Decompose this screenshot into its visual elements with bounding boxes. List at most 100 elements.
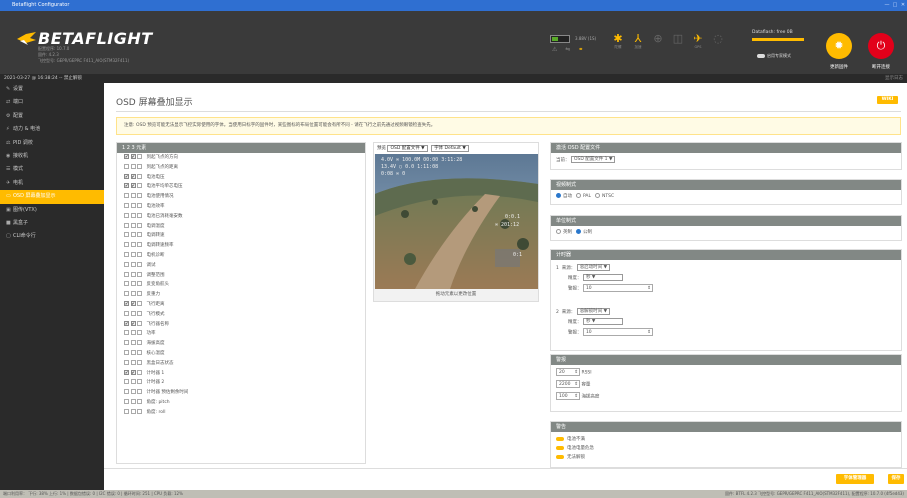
sidebar-item-osd[interactable]: ▭ OSD 屏幕叠加显示 [0,190,104,204]
radio-icon[interactable] [576,193,581,198]
profile-1-checkbox[interactable] [124,291,129,297]
profile-3-checkbox[interactable] [137,163,142,169]
profile-2-checkbox[interactable]: ✔ [130,154,136,159]
profile-1-checkbox[interactable] [124,261,129,267]
profile-2-checkbox[interactable] [130,398,136,404]
osd-preview-video[interactable]: 4.0V ∞ 100.0M 00:00 3:11:28 13.4V ○ 0.0 … [375,154,538,289]
radio-icon[interactable] [556,229,561,234]
profile-1-checkbox[interactable]: ✔ [124,173,129,179]
osd-right-1[interactable]: 0:0.1 [505,214,520,220]
profile-1-checkbox[interactable] [124,193,129,199]
profile-2-checkbox[interactable] [130,251,136,257]
warning-toggle[interactable] [556,454,564,459]
maximize-icon[interactable]: □ [891,1,899,9]
profile-3-checkbox[interactable] [137,320,142,326]
video-option[interactable]: PAL [576,193,591,199]
profile-2-checkbox[interactable]: ✔ [130,300,136,306]
profile-3-checkbox[interactable] [137,173,142,179]
video-option[interactable]: NTSC [595,193,614,199]
alarm-input[interactable]: 2200 ⇕ [556,380,580,388]
radio-icon[interactable] [556,193,561,198]
toggle-icon[interactable] [757,54,765,58]
profile-2-checkbox[interactable] [130,271,136,277]
profile-2-checkbox[interactable]: ✔ [130,369,136,375]
alarm-input[interactable]: 20 ⇕ [556,368,580,376]
profile-2-checkbox[interactable] [130,261,136,267]
profile-3-checkbox[interactable] [137,408,142,414]
timer-alarm-input[interactable]: 10 ⇕ [582,328,653,336]
profile-2-checkbox[interactable] [130,408,136,414]
profile-3-checkbox[interactable] [137,310,142,316]
video-option[interactable]: 自动 [556,193,572,199]
profile-3-checkbox[interactable] [137,242,142,248]
profile-2-checkbox[interactable] [130,212,136,218]
profile-1-checkbox[interactable]: ✔ [124,300,129,306]
profile-3-checkbox[interactable] [137,212,142,218]
sidebar-item-cli[interactable]: ▢ CLI命令行 [0,230,104,243]
profile-1-checkbox[interactable]: ✔ [124,154,129,159]
close-icon[interactable]: ✕ [899,1,907,9]
profile-3-checkbox[interactable] [137,330,142,336]
timer-precision-select[interactable]: 秒 ▼ [582,274,623,281]
profile-2-checkbox[interactable]: ✔ [130,320,136,326]
profile-1-checkbox[interactable] [124,330,129,336]
profile-3-checkbox[interactable] [137,251,142,257]
minimize-icon[interactable]: — [883,1,891,9]
radio-icon[interactable] [576,229,581,234]
profile-1-checkbox[interactable] [124,212,129,218]
sidebar-item-vtx[interactable]: ▣ 图传(VTX) [0,204,104,217]
profile-2-checkbox[interactable] [130,310,136,316]
profile-2-checkbox[interactable] [130,281,136,287]
sidebar-item-pid[interactable]: ⚖ PID 调校 [0,137,104,150]
profile-1-checkbox[interactable] [124,310,129,316]
profile-1-checkbox[interactable] [124,202,129,208]
osd-line-3[interactable]: 0:08 ∞ 0 [381,171,405,177]
profile-1-checkbox[interactable] [124,163,129,169]
profile-1-checkbox[interactable] [124,281,129,287]
profile-3-checkbox[interactable] [137,398,142,404]
profile-3-checkbox[interactable] [137,202,142,208]
units-option[interactable]: 英制 [556,229,572,235]
profile-3-checkbox[interactable] [137,369,142,375]
profile-1-checkbox[interactable]: ✔ [124,320,129,326]
profile-1-checkbox[interactable]: ✔ [124,183,129,189]
osd-right-2[interactable]: ∞ 201:12 [495,222,519,228]
profile-2-checkbox[interactable] [130,222,136,228]
profile-2-checkbox[interactable] [130,202,136,208]
profile-1-checkbox[interactable]: ✔ [124,369,129,375]
units-option[interactable]: 公制 [576,229,592,235]
profile-1-checkbox[interactable] [124,242,129,248]
font-select[interactable]: 字体 Default ▼ [431,145,469,152]
osd-line-1[interactable]: 4.0V ∞ 100.0M 00:00 3:11:28 [381,157,462,163]
sidebar-item-receiver[interactable]: ◉ 接收机 [0,150,104,163]
profile-2-checkbox[interactable] [130,359,136,365]
sidebar-item-motors[interactable]: ✈ 电机 [0,177,104,190]
sidebar-item-ports[interactable]: ⇄ 端口 [0,96,104,109]
profile-2-checkbox[interactable] [130,232,136,238]
profile-3-checkbox[interactable] [137,271,142,277]
profile-2-checkbox[interactable] [130,242,136,248]
profile-1-checkbox[interactable] [124,232,129,238]
wiki-button[interactable]: WIKI [877,96,898,104]
osd-line-2[interactable]: 13.4V ○ 0.0 1:11:08 [381,164,438,170]
sidebar-item-wrench[interactable]: ✎ 设置 [0,83,104,96]
show-log-link[interactable]: 显示日志 [885,74,903,83]
profile-1-checkbox[interactable] [124,389,129,395]
profile-1-checkbox[interactable] [124,408,129,414]
profile-2-checkbox[interactable] [130,389,136,395]
profile-1-checkbox[interactable] [124,340,129,346]
font-manager-button[interactable]: 字体管理器 [836,474,874,484]
profile-3-checkbox[interactable] [137,389,142,395]
profile-3-checkbox[interactable] [137,261,142,267]
profile-2-checkbox[interactable] [130,163,136,169]
profile-3-checkbox[interactable] [137,300,142,306]
osd-profile-select[interactable]: OSD 配置文件 ▼ [387,145,428,152]
spinner-icon[interactable]: ⇕ [647,285,651,292]
timer-source-select[interactable]: 总启动时间 ▼ [576,264,611,271]
profile-3-checkbox[interactable] [137,232,142,238]
update-firmware-button[interactable]: ✹ [826,33,852,59]
profile-1-checkbox[interactable] [124,222,129,228]
radio-icon[interactable] [595,193,601,198]
warning-toggle[interactable] [556,436,564,441]
profile-2-checkbox[interactable] [130,340,136,346]
